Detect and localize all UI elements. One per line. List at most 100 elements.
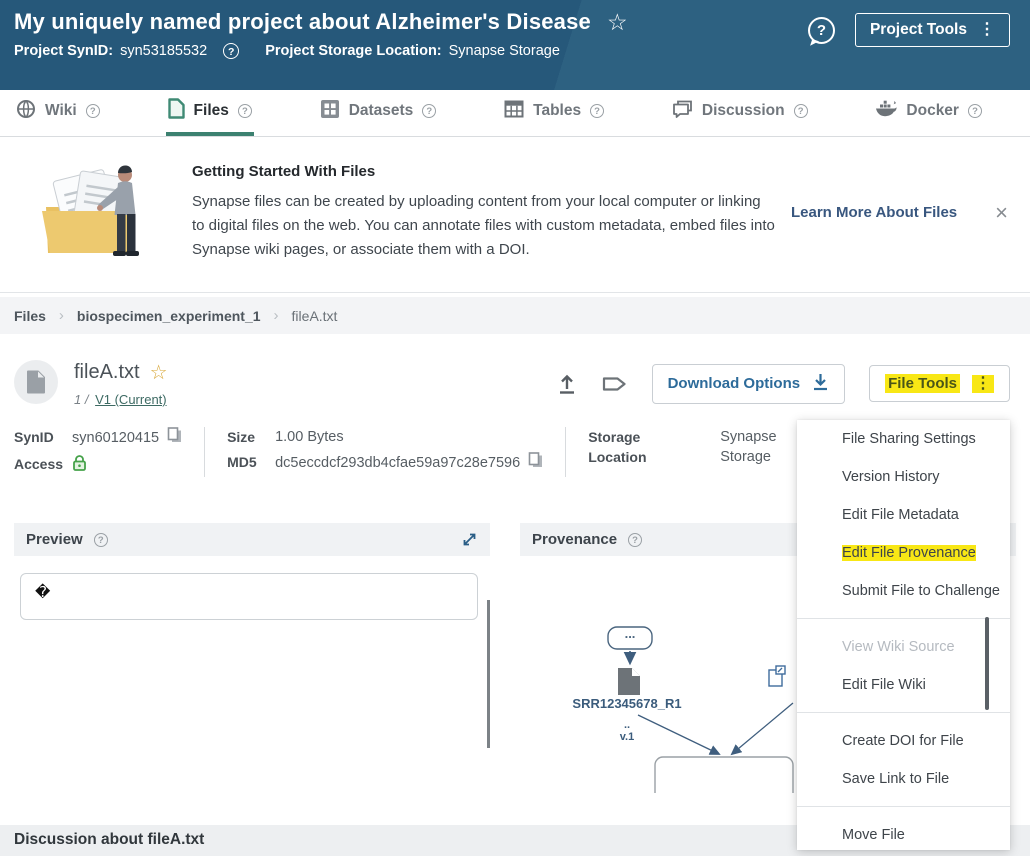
file-avatar xyxy=(14,360,58,404)
favorite-star-icon[interactable]: ☆ xyxy=(607,11,628,34)
download-icon xyxy=(812,373,829,395)
menu-item-move-file[interactable]: Move File xyxy=(797,816,1010,850)
download-options-button[interactable]: Download Options xyxy=(652,364,846,404)
chevron-right-icon: › xyxy=(59,307,64,324)
breadcrumb-current-file: fileA.txt xyxy=(292,308,338,324)
expand-icon[interactable] xyxy=(461,531,478,548)
tab-files[interactable]: Files ? xyxy=(166,90,254,136)
menu-item-save-link-to-file[interactable]: Save Link to File xyxy=(797,760,1010,798)
provenance-activity-node[interactable] xyxy=(655,757,793,793)
tab-label: Tables xyxy=(533,102,581,120)
tab-label: Discussion xyxy=(702,102,785,120)
provenance-help-icon[interactable]: ? xyxy=(628,533,642,547)
menu-divider xyxy=(797,806,1010,807)
file-name: fileA.txt xyxy=(74,361,140,384)
storage-location-value: Synapse Storage xyxy=(720,427,780,467)
tag-icon[interactable] xyxy=(601,374,628,394)
tables-help-icon[interactable]: ? xyxy=(590,104,604,118)
project-storage-label: Project Storage Location: xyxy=(265,43,441,59)
provenance-file-node[interactable] xyxy=(618,668,640,695)
kebab-icon: ⋮ xyxy=(972,375,994,393)
learn-more-link[interactable]: Learn More About Files xyxy=(791,204,957,221)
file-preview-content[interactable]: � xyxy=(20,573,478,620)
kebab-icon: ⋮ xyxy=(979,22,995,38)
download-options-label: Download Options xyxy=(668,375,801,392)
docker-help-icon[interactable]: ? xyxy=(968,104,982,118)
project-tools-button[interactable]: Project Tools ⋮ xyxy=(855,13,1010,47)
menu-item-edit-file-metadata[interactable]: Edit File Metadata xyxy=(797,496,1010,534)
menu-item-edit-file-wiki[interactable]: Edit File Wiki xyxy=(797,666,1010,704)
menu-divider xyxy=(797,618,1010,619)
size-label: Size xyxy=(227,427,275,447)
project-tools-label: Project Tools xyxy=(870,21,967,39)
close-icon[interactable]: × xyxy=(995,202,1008,224)
tab-wiki[interactable]: Wiki ? xyxy=(14,90,102,136)
storage-location-label: Storage Location xyxy=(588,427,664,467)
file-tools-menu: File Sharing Settings Version History Ed… xyxy=(797,420,1010,850)
file-tools-label: File Tools xyxy=(885,374,960,393)
md5-value: dc5eccdcf293db4cfae59a97c28e7596 xyxy=(275,453,520,473)
datasets-grid-icon xyxy=(320,99,340,124)
preview-panel: Preview ? � xyxy=(14,523,490,793)
project-tab-bar: Wiki ? Files ? Datasets ? Tables ? Discu… xyxy=(0,90,1030,137)
breadcrumb: Files › biospecimen_experiment_1 › fileA… xyxy=(0,297,1030,334)
tab-tables[interactable]: Tables ? xyxy=(502,90,606,136)
project-synid-value: syn53185532 xyxy=(120,43,207,59)
preview-help-icon[interactable]: ? xyxy=(94,533,108,547)
provenance-file-label: SRR12345678_R1 xyxy=(572,696,681,711)
menu-item-version-history[interactable]: Version History xyxy=(797,458,1010,496)
provenance-dots: .. xyxy=(624,719,630,731)
menu-item-submit-file-to-challenge[interactable]: Submit File to Challenge xyxy=(797,572,1010,610)
tab-label: Datasets xyxy=(349,102,414,120)
docker-whale-icon xyxy=(875,99,897,123)
synid-label: SynID xyxy=(14,427,72,449)
getting-started-banner: Getting Started With Files Synapse files… xyxy=(0,137,1030,293)
menu-item-edit-file-provenance[interactable]: Edit File Provenance xyxy=(797,534,1010,572)
breadcrumb-folder[interactable]: biospecimen_experiment_1 xyxy=(77,308,261,324)
divider xyxy=(204,427,205,477)
external-link-icon[interactable] xyxy=(769,666,785,686)
tab-discussion[interactable]: Discussion ? xyxy=(670,90,810,136)
preview-title: Preview xyxy=(26,531,83,548)
file-icon xyxy=(168,98,185,124)
ellipsis-label: ... xyxy=(625,626,636,641)
synid-value: syn60120415 xyxy=(72,428,159,448)
menu-item-view-wiki-source: View Wiki Source xyxy=(797,628,1010,666)
divider xyxy=(565,427,566,477)
menu-item-file-sharing-settings[interactable]: File Sharing Settings xyxy=(797,420,1010,458)
project-storage-value: Synapse Storage xyxy=(449,43,560,59)
md5-label: MD5 xyxy=(227,452,275,474)
help-bubble-icon[interactable]: ? xyxy=(808,17,835,44)
upload-icon[interactable] xyxy=(557,373,577,395)
lock-icon[interactable] xyxy=(72,454,87,477)
chevron-right-icon: › xyxy=(274,307,279,324)
project-header: My uniquely named project about Alzheime… xyxy=(0,0,1030,90)
tab-label: Files xyxy=(194,102,229,120)
breadcrumb-files[interactable]: Files xyxy=(14,308,46,324)
size-value: 1.00 Bytes xyxy=(275,427,344,447)
table-icon xyxy=(504,99,524,124)
menu-item-create-doi-for-file[interactable]: Create DOI for File xyxy=(797,722,1010,760)
chat-icon xyxy=(672,99,693,124)
file-favorite-star-icon[interactable]: ☆ xyxy=(150,360,168,385)
synid-help-icon[interactable]: ? xyxy=(223,43,239,59)
file-header: fileA.txt ☆ 1 / V1 (Current) Download Op… xyxy=(0,334,1030,407)
provenance-title: Provenance xyxy=(532,531,617,548)
version-link[interactable]: V1 (Current) xyxy=(95,392,167,407)
wiki-help-icon[interactable]: ? xyxy=(86,104,100,118)
datasets-help-icon[interactable]: ? xyxy=(422,104,436,118)
menu-divider xyxy=(797,712,1010,713)
panel-resize-handle[interactable] xyxy=(487,600,490,748)
files-help-icon[interactable]: ? xyxy=(238,104,252,118)
tab-datasets[interactable]: Datasets ? xyxy=(318,90,439,136)
file-tools-button[interactable]: File Tools ⋮ xyxy=(869,365,1010,402)
copy-icon[interactable] xyxy=(167,427,182,449)
tab-docker[interactable]: Docker ? xyxy=(873,90,984,136)
files-illustration xyxy=(36,159,164,266)
project-synid-label: Project SynID: xyxy=(14,43,113,59)
copy-icon[interactable] xyxy=(528,452,543,474)
discussion-help-icon[interactable]: ? xyxy=(794,104,808,118)
menu-scrollbar[interactable] xyxy=(985,617,989,710)
banner-body: Synapse files can be created by uploadin… xyxy=(192,190,777,262)
access-label: Access xyxy=(14,454,72,477)
